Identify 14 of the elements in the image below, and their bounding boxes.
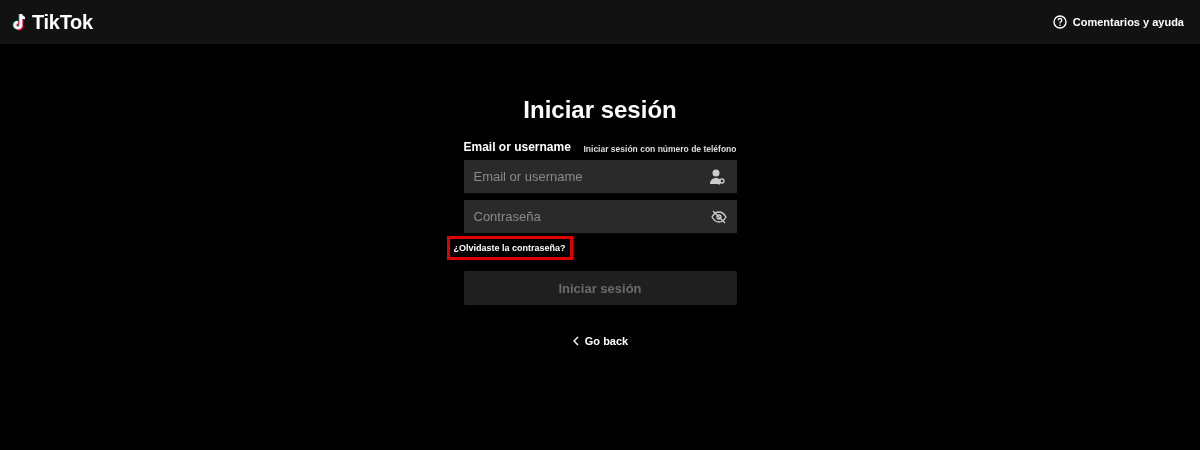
user-key-icon — [708, 167, 727, 186]
chevron-left-icon — [571, 336, 580, 346]
logo-text[interactable]: TikTok — [32, 10, 93, 34]
help-icon — [1052, 15, 1067, 29]
page-title: Iniciar sesión — [523, 96, 677, 124]
phone-login-link[interactable]: Iniciar sesión con número de teléfono — [583, 144, 737, 154]
eye-slash-icon[interactable] — [710, 209, 727, 224]
music-note-icon — [12, 13, 28, 31]
help-link[interactable]: Comentarios y ayuda — [1052, 15, 1184, 29]
field-label: Email or username — [463, 140, 571, 154]
username-field[interactable]: Email or username — [463, 160, 737, 193]
password-field[interactable]: Contraseña — [463, 200, 737, 233]
go-back-link[interactable]: Go back — [571, 335, 629, 347]
forgot-password-link[interactable]: ¿Olvidaste la contraseña? — [449, 239, 570, 257]
